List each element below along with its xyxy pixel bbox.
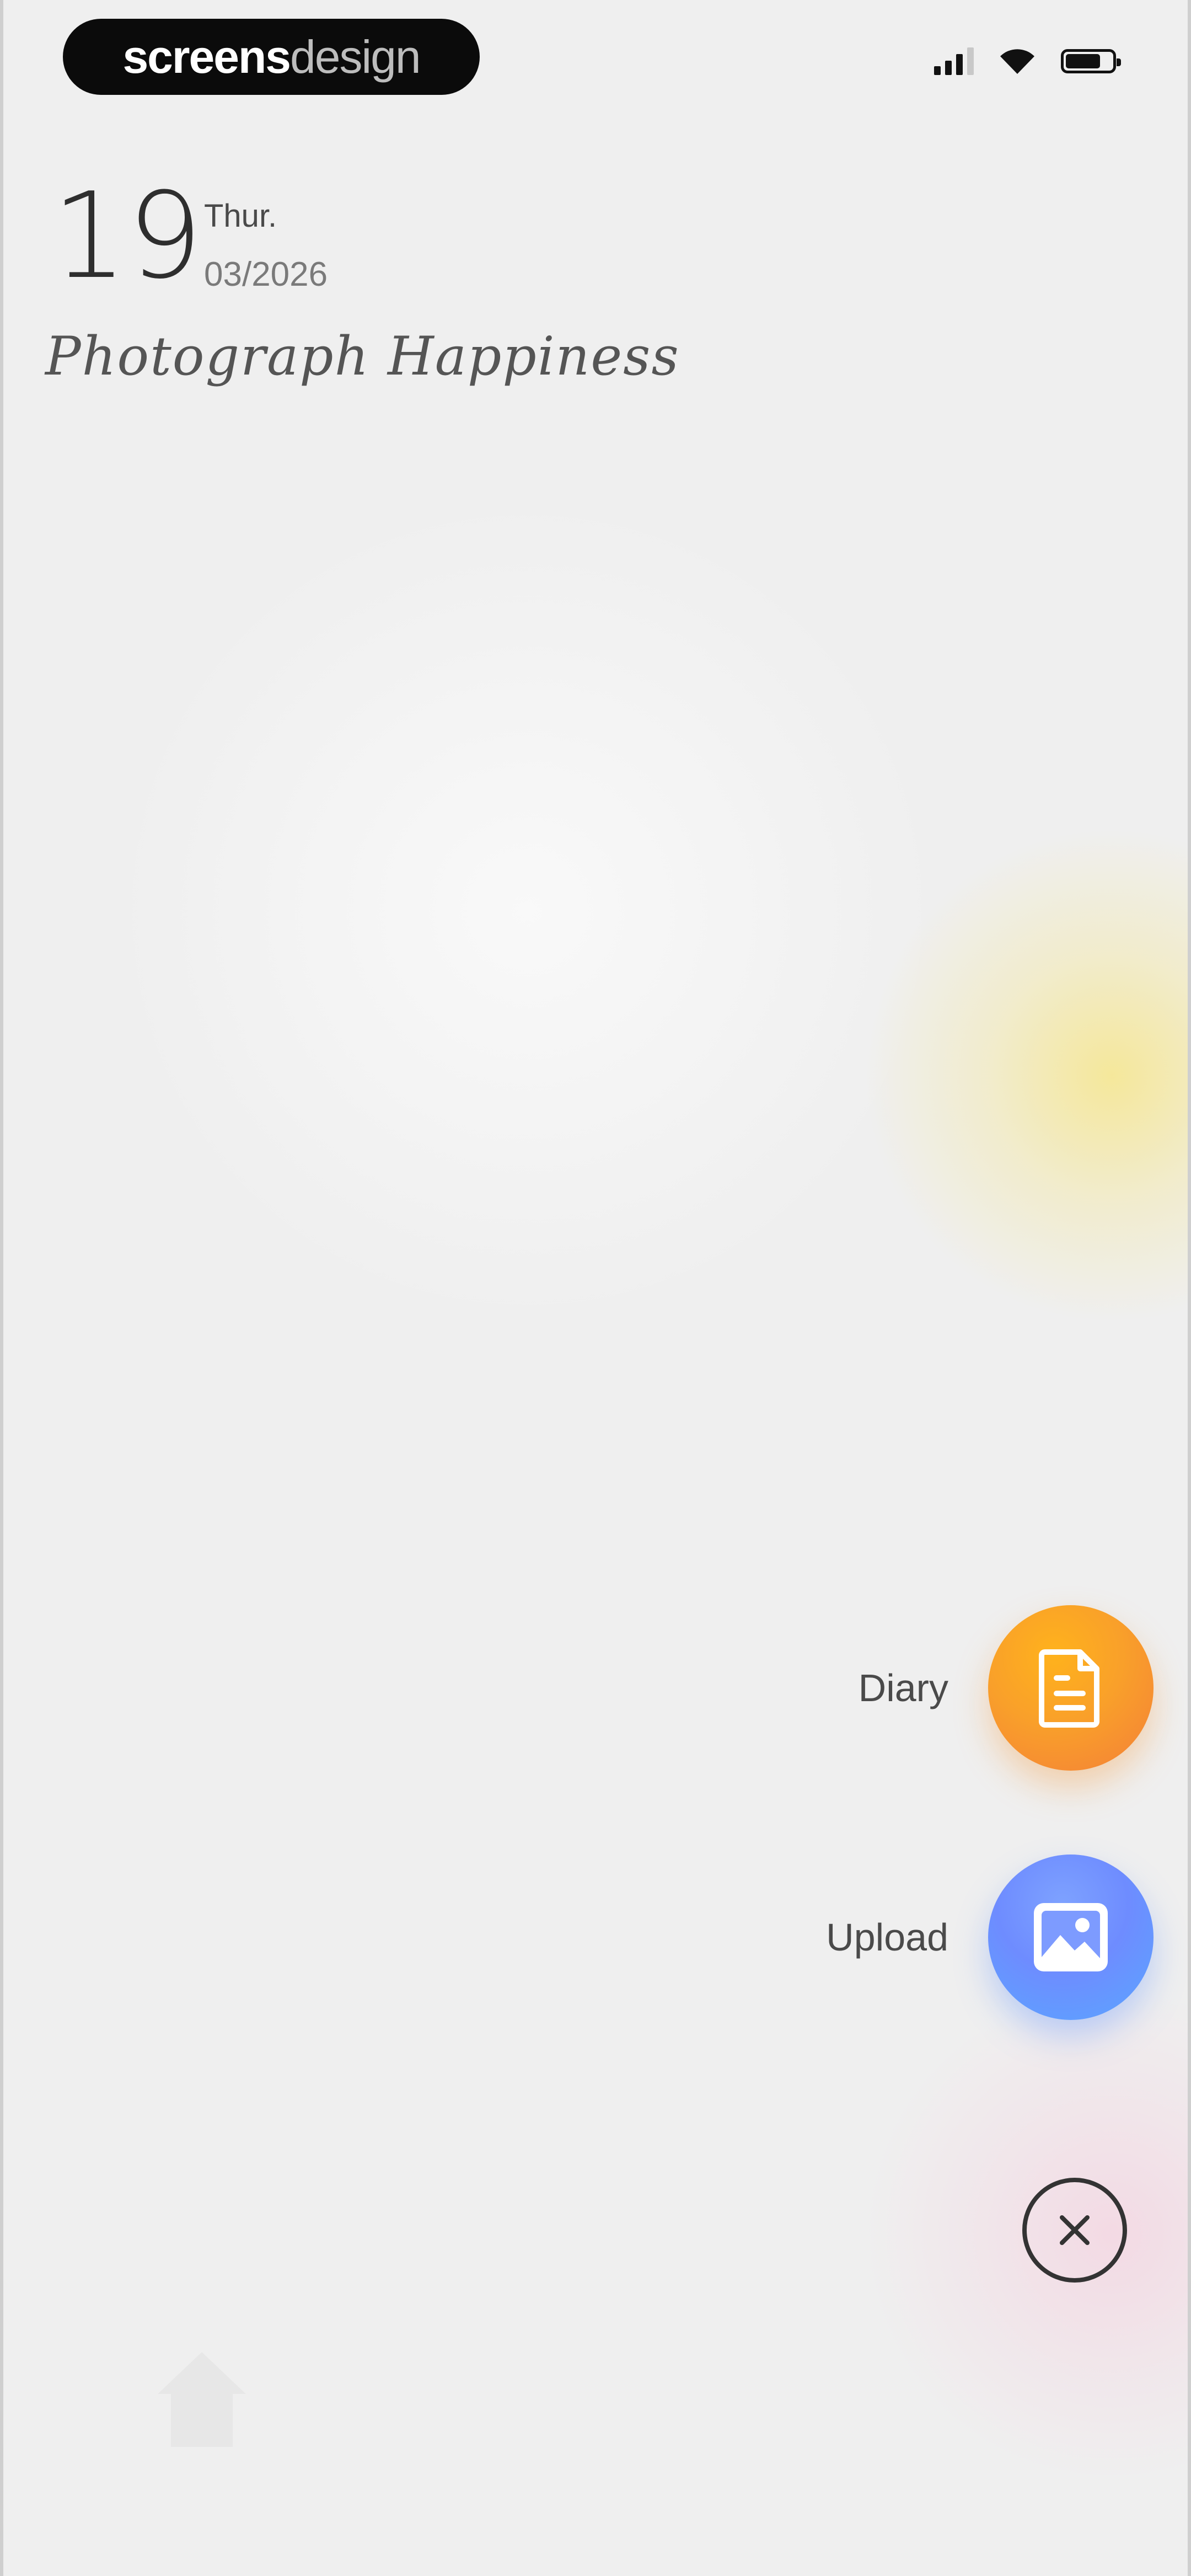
month-year-label: 03/2026 [204, 255, 328, 293]
brand-text-secondary: design [290, 30, 421, 83]
close-icon [1060, 2215, 1090, 2245]
diary-button[interactable] [988, 1605, 1154, 1771]
brand-watermark: screens design [63, 19, 480, 95]
brand-text-primary: screens [122, 30, 291, 83]
diary-action[interactable]: Diary [859, 1605, 1154, 1771]
signal-icon [934, 47, 974, 75]
diary-label[interactable]: Diary [859, 1666, 948, 1710]
document-icon [1039, 1649, 1099, 1728]
status-icons [934, 46, 1121, 76]
upload-action[interactable]: Upload [826, 1854, 1154, 2020]
image-icon [1034, 1903, 1108, 1971]
battery-icon [1061, 49, 1121, 73]
app-screen: screens design 19 Thur. 03/2026 Photograp… [0, 0, 1191, 2576]
background-glow [114, 496, 941, 1324]
page-tagline: Photograph Happiness [45, 325, 680, 387]
upload-label[interactable]: Upload [826, 1915, 948, 1959]
upload-button[interactable] [988, 1854, 1154, 2020]
home-icon[interactable] [152, 2344, 251, 2455]
weekday-label: Thur. [204, 198, 277, 234]
day-number: 19 [52, 167, 203, 305]
background-glow-yellow [863, 827, 1188, 1324]
wifi-icon [1000, 49, 1034, 74]
close-button[interactable] [1022, 2178, 1127, 2283]
